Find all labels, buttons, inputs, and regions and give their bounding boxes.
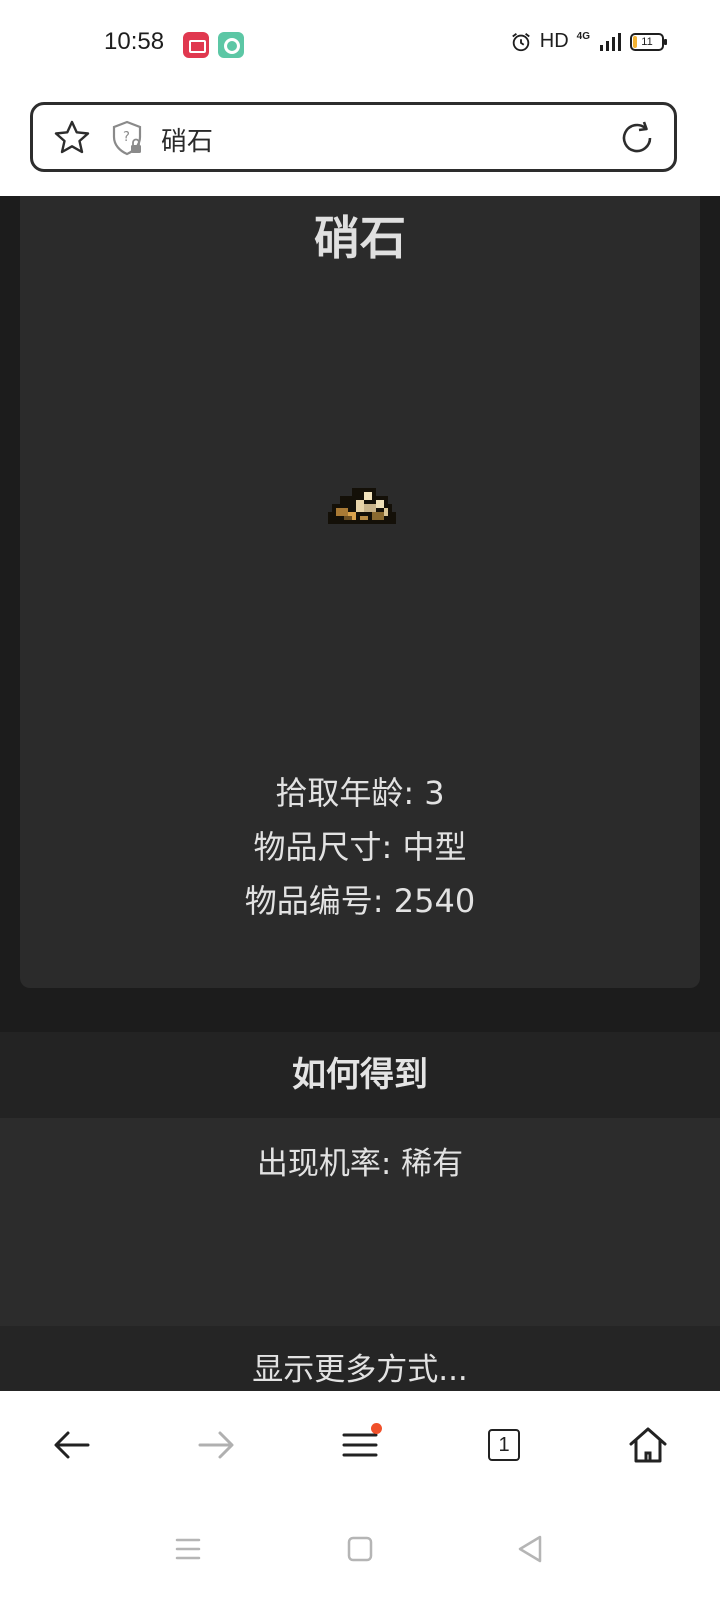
- network-type-label: 4G: [576, 30, 590, 42]
- svg-text:?: ?: [123, 130, 130, 145]
- status-bar: 10:58 HD 4G 11: [0, 0, 720, 92]
- tabs-button[interactable]: 1: [472, 1413, 536, 1477]
- item-card: 硝石 拾取年龄: 3 物品尺寸: 中型 物品编号: 2540: [20, 196, 700, 988]
- battery-icon: 11: [630, 32, 667, 51]
- tab-count: 1: [488, 1429, 520, 1461]
- obtain-header: 如何得到: [0, 1032, 720, 1118]
- square-home-icon: [347, 1536, 373, 1562]
- green-app-icon: [218, 32, 244, 58]
- item-title: 硝石: [314, 211, 406, 265]
- battery-level: 11: [641, 35, 653, 48]
- forward-button[interactable]: [184, 1413, 248, 1477]
- recents-menu-icon: [175, 1538, 201, 1560]
- address-text[interactable]: 硝石: [161, 121, 213, 158]
- page-content[interactable]: 硝石 拾取年龄: 3 物品尺寸: 中型 物品编号: 2540 如何得到 出现机率…: [0, 196, 720, 1391]
- obtain-rarity: 出现机率: 稀有: [0, 1118, 720, 1326]
- home-button[interactable]: [616, 1413, 680, 1477]
- obtain-section: 如何得到 出现机率: 稀有 显示更多方式...: [0, 1032, 720, 1391]
- system-home-button[interactable]: [338, 1527, 382, 1571]
- pickup-age-stat: 拾取年龄: 3: [275, 774, 445, 812]
- arrow-right-icon: [198, 1431, 234, 1459]
- signal-icon: [600, 32, 621, 51]
- item-size-stat: 物品尺寸: 中型: [253, 828, 467, 866]
- system-back-button[interactable]: [508, 1527, 552, 1571]
- reload-icon[interactable]: [618, 119, 656, 157]
- status-icons: HD 4G 11: [510, 30, 667, 53]
- bookmark-star-icon[interactable]: [53, 119, 91, 157]
- recent-apps-button[interactable]: [166, 1527, 210, 1571]
- security-shield-icon[interactable]: ?: [109, 119, 145, 157]
- back-button[interactable]: [40, 1413, 104, 1477]
- hamburger-menu-icon: [342, 1433, 378, 1457]
- alarm-icon: [511, 32, 530, 51]
- home-icon: [629, 1427, 667, 1463]
- item-stats: 拾取年龄: 3 物品尺寸: 中型 物品编号: 2540: [20, 766, 700, 928]
- notification-dot: [371, 1423, 382, 1434]
- screen-record-app-icon: [183, 32, 209, 58]
- arrow-left-icon: [54, 1431, 90, 1459]
- battery-fill: [633, 35, 637, 48]
- status-time: 10:58: [104, 28, 165, 55]
- hd-label: HD: [539, 30, 569, 52]
- triangle-back-icon: [518, 1535, 542, 1563]
- browser-toolbar: 1: [0, 1391, 720, 1499]
- item-id-stat: 物品编号: 2540: [244, 882, 476, 920]
- system-navigation-bar: [0, 1499, 720, 1600]
- screen: 10:58 HD 4G 11 ? 硝石 硝石 拾取年龄: 3 物品尺寸: 中型 …: [0, 0, 720, 1600]
- address-bar[interactable]: ? 硝石: [30, 102, 677, 172]
- saltpeter-item-image: [328, 488, 396, 524]
- menu-button[interactable]: [328, 1413, 392, 1477]
- show-more-link[interactable]: 显示更多方式...: [0, 1326, 720, 1391]
